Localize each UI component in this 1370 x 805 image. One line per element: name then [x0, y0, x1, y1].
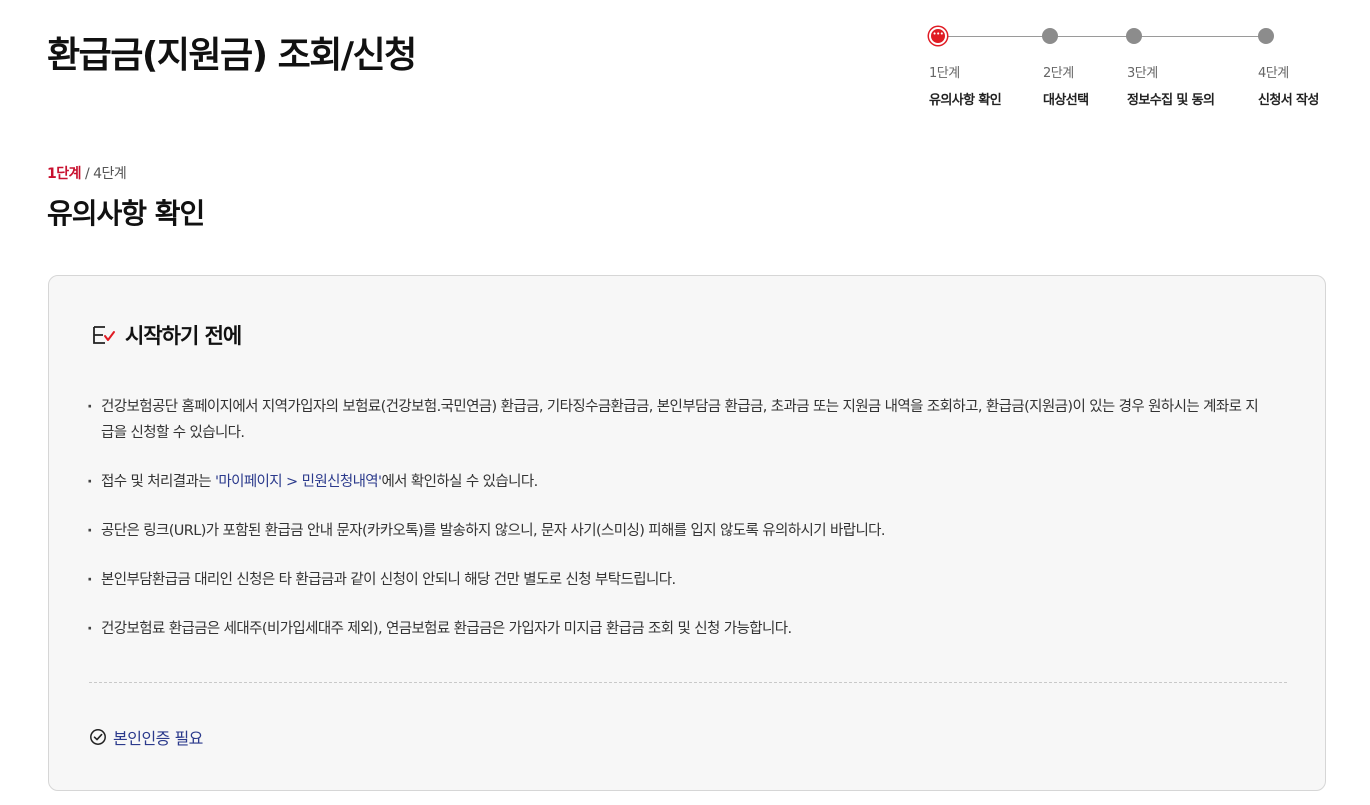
step-3-label: 정보수집 및 동의 — [1127, 93, 1215, 108]
check-circle-icon — [90, 729, 106, 745]
section-title: 유의사항 확인 — [47, 197, 205, 230]
notice-item-prefix: 접수 및 처리결과는 — [101, 474, 215, 490]
notice-heading-text: 시작하기 전에 — [125, 324, 242, 348]
auth-required-text: 본인인증 필요 — [113, 729, 203, 748]
step-4-marker — [1258, 28, 1274, 44]
current-step: 1단계 — [47, 166, 82, 182]
notice-item-suffix: 에서 확인하실 수 있습니다. — [381, 474, 538, 490]
step-progress-indicator: ••• 1단계 2단계 3단계 4단계 유의사항 확인 대상선택 정보수집 및 … — [0, 0, 1370, 120]
step-4-label: 신청서 작성 — [1258, 93, 1319, 108]
ellipsis-icon: ••• — [932, 30, 944, 38]
notice-item: 접수 및 처리결과는 '마이페이지 > 민원신청내역'에서 확인하실 수 있습니… — [87, 469, 1267, 495]
step-1-label: 유의사항 확인 — [929, 93, 1002, 108]
notice-list: 건강보험공단 홈페이지에서 지역가입자의 보험료(건강보험.국민연금) 환급금,… — [87, 394, 1267, 665]
total-steps: 4단계 — [93, 166, 127, 182]
step-1-marker-active: ••• — [929, 27, 947, 45]
notice-item: 공단은 링크(URL)가 포함된 환급금 안내 문자(카카오톡)를 발송하지 않… — [87, 518, 1267, 544]
auth-required-notice: 본인인증 필요 — [89, 725, 203, 749]
step-3-number: 3단계 — [1127, 66, 1158, 81]
notice-item: 건강보험공단 홈페이지에서 지역가입자의 보험료(건강보험.국민연금) 환급금,… — [87, 394, 1267, 446]
step-progress-text: 1단계 / 4단계 — [47, 163, 127, 183]
step-2-marker — [1042, 28, 1058, 44]
step-3-marker — [1126, 28, 1142, 44]
notice-item: 본인부담환급금 대리인 신청은 타 환급금과 같이 신청이 안되니 해당 건만 … — [87, 567, 1267, 593]
step-4-number: 4단계 — [1258, 66, 1289, 81]
step-2-number: 2단계 — [1043, 66, 1074, 81]
stepper-line — [946, 36, 1266, 37]
step-1-number: 1단계 — [929, 66, 960, 81]
notice-box: 시작하기 전에 건강보험공단 홈페이지에서 지역가입자의 보험료(건강보험.국민… — [48, 275, 1326, 791]
mypage-request-history-link[interactable]: '마이페이지 > 민원신청내역' — [215, 474, 382, 490]
step-separator: / — [84, 166, 90, 182]
notice-item: 건강보험료 환급금은 세대주(비가입세대주 제외), 연금보험료 환급금은 가입… — [87, 616, 1267, 642]
notice-heading: 시작하기 전에 — [91, 320, 242, 350]
divider — [89, 682, 1287, 683]
step-2-label: 대상선택 — [1043, 93, 1089, 108]
checklist-icon — [93, 326, 115, 344]
